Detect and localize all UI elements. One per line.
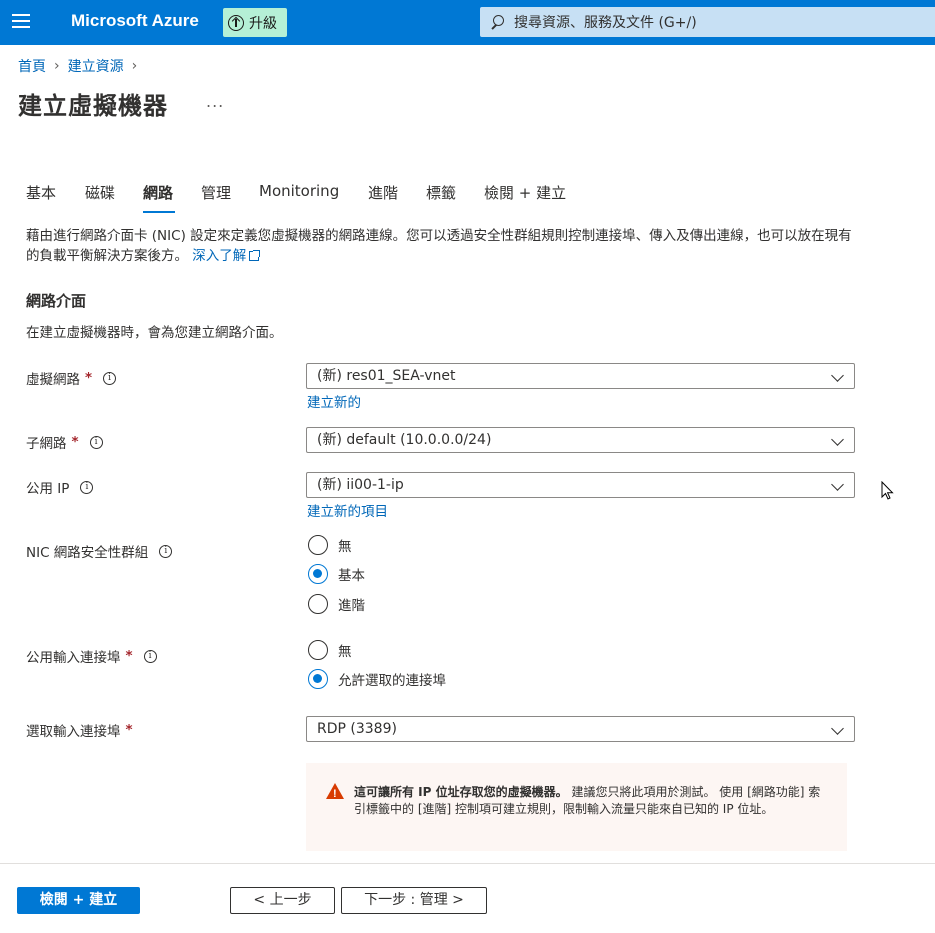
radio-circle-selected bbox=[308, 669, 328, 689]
create-new-vnet-link[interactable]: 建立新的 bbox=[307, 391, 361, 411]
public-ip-select[interactable]: (新) ii00-1-ip bbox=[306, 472, 855, 498]
info-icon[interactable]: i bbox=[80, 480, 94, 494]
global-search-input[interactable]: 搜尋資源、服務及文件 (G+/) bbox=[480, 7, 935, 37]
more-options-button[interactable]: ... bbox=[206, 92, 224, 111]
description-text: 藉由進行網路介面卡 (NIC) 設定來定義您虛擬機器的網路連線。您可以透過安全性… bbox=[26, 228, 852, 264]
chevron-right-icon: › bbox=[131, 58, 138, 74]
upgrade-label: 升級 bbox=[249, 15, 277, 32]
top-bar: Microsoft Azure 升級 搜尋資源、服務及文件 (G+/) bbox=[0, 0, 935, 45]
upgrade-button[interactable]: 升級 bbox=[223, 8, 287, 37]
chevron-down-icon bbox=[831, 478, 844, 491]
breadcrumb-home[interactable]: 首頁 bbox=[18, 56, 46, 76]
required-marker: * bbox=[85, 370, 93, 386]
radio-label: 基本 bbox=[338, 568, 365, 584]
inbound-ports-label-text: 公用輸入連接埠 bbox=[26, 650, 121, 666]
info-icon[interactable]: i bbox=[159, 544, 173, 558]
section-title: 網路介面 bbox=[26, 292, 87, 310]
required-marker: * bbox=[125, 648, 133, 664]
create-new-public-ip-link[interactable]: 建立新的項目 bbox=[307, 500, 388, 520]
info-icon[interactable]: i bbox=[143, 649, 157, 663]
inbound-option-allow-selected[interactable]: 允許選取的連接埠 bbox=[308, 669, 446, 689]
public-ip-label: 公用 IP i bbox=[26, 477, 94, 497]
warning-banner: 這可讓所有 IP 位址存取您的虛擬機器。 建議您只將此項用於測試。 使用 [網路… bbox=[306, 763, 847, 851]
page-title: 建立虛擬機器 bbox=[18, 92, 168, 120]
external-link-icon bbox=[249, 250, 261, 261]
networking-description: 藉由進行網路介面卡 (NIC) 設定來定義您虛擬機器的網路連線。您可以透過安全性… bbox=[26, 226, 856, 266]
radio-circle bbox=[308, 535, 328, 555]
brand-title[interactable]: Microsoft Azure bbox=[71, 11, 199, 31]
inbound-ports-label: 公用輸入連接埠 * i bbox=[26, 646, 157, 666]
public-ip-label-text: 公用 IP bbox=[26, 481, 70, 497]
radio-circle-selected bbox=[308, 564, 328, 584]
select-ports-value: RDP (3389) bbox=[317, 721, 397, 737]
subnet-select[interactable]: (新) default (10.0.0.0/24) bbox=[306, 427, 855, 453]
subnet-label: 子網路 * i bbox=[26, 432, 103, 452]
previous-button[interactable]: < 上一步 bbox=[230, 887, 335, 914]
required-marker: * bbox=[125, 722, 133, 738]
chevron-down-icon bbox=[831, 722, 844, 735]
radio-circle bbox=[308, 594, 328, 614]
required-marker: * bbox=[71, 434, 79, 450]
tab-disks[interactable]: 磁碟 bbox=[85, 182, 143, 211]
search-placeholder: 搜尋資源、服務及文件 (G+/) bbox=[514, 15, 697, 31]
chevron-down-icon bbox=[831, 369, 844, 382]
info-icon[interactable]: i bbox=[103, 371, 117, 385]
tab-networking[interactable]: 網路 bbox=[143, 182, 175, 213]
nsg-label-text: NIC 網路安全性群組 bbox=[26, 545, 149, 561]
public-ip-value: (新) ii00-1-ip bbox=[317, 477, 404, 493]
section-subtitle: 在建立虛擬機器時，會為您建立網路介面。 bbox=[26, 325, 283, 341]
warning-icon bbox=[326, 783, 344, 803]
review-create-button[interactable]: 檢閱 + 建立 bbox=[17, 887, 140, 914]
learn-more-label: 深入了解 bbox=[192, 248, 247, 264]
tab-monitoring[interactable]: Monitoring bbox=[259, 182, 368, 211]
radio-label: 無 bbox=[338, 644, 352, 660]
search-icon bbox=[490, 15, 504, 29]
breadcrumb-create-resource[interactable]: 建立資源 bbox=[68, 56, 124, 76]
hamburger-menu-icon[interactable] bbox=[12, 14, 32, 30]
nsg-option-basic[interactable]: 基本 bbox=[308, 564, 365, 584]
tab-basics[interactable]: 基本 bbox=[26, 182, 85, 211]
radio-label: 允許選取的連接埠 bbox=[338, 673, 446, 689]
next-button[interactable]: 下一步 : 管理 > bbox=[341, 887, 487, 914]
chevron-down-icon bbox=[831, 433, 844, 446]
select-ports-label-text: 選取輸入連接埠 bbox=[26, 724, 121, 740]
info-icon[interactable]: i bbox=[89, 435, 103, 449]
select-ports-label: 選取輸入連接埠 * bbox=[26, 720, 133, 740]
vnet-label-text: 虛擬網路 bbox=[26, 372, 80, 388]
tab-tags[interactable]: 標籤 bbox=[426, 182, 484, 211]
chevron-right-icon: › bbox=[54, 58, 60, 74]
tab-bar: 基本 磁碟 網路 管理 Monitoring 進階 標籤 檢閱 + 建立 bbox=[26, 182, 566, 213]
breadcrumb: 首頁 › 建立資源 › bbox=[18, 56, 137, 76]
nsg-option-none[interactable]: 無 bbox=[308, 535, 352, 555]
radio-circle bbox=[308, 640, 328, 660]
nsg-label: NIC 網路安全性群組 i bbox=[26, 541, 173, 561]
vnet-select[interactable]: (新) res01_SEA-vnet bbox=[306, 363, 855, 389]
inbound-option-none[interactable]: 無 bbox=[308, 640, 352, 660]
tab-management[interactable]: 管理 bbox=[201, 182, 259, 211]
tab-review-create[interactable]: 檢閱 + 建立 bbox=[484, 182, 566, 211]
subnet-label-text: 子網路 bbox=[26, 436, 67, 452]
select-ports-dropdown[interactable]: RDP (3389) bbox=[306, 716, 855, 742]
tab-advanced[interactable]: 進階 bbox=[368, 182, 426, 211]
warning-bold-text: 這可讓所有 IP 位址存取您的虛擬機器。 bbox=[354, 785, 568, 799]
vnet-label: 虛擬網路 * i bbox=[26, 368, 117, 388]
nsg-option-advanced[interactable]: 進階 bbox=[308, 594, 365, 614]
footer-divider bbox=[0, 863, 935, 864]
radio-label: 無 bbox=[338, 539, 352, 555]
vnet-value: (新) res01_SEA-vnet bbox=[317, 368, 456, 384]
radio-label: 進階 bbox=[338, 598, 365, 614]
subnet-value: (新) default (10.0.0.0/24) bbox=[317, 432, 492, 448]
upgrade-arrow-icon bbox=[228, 14, 244, 31]
learn-more-link[interactable]: 深入了解 bbox=[192, 248, 261, 264]
